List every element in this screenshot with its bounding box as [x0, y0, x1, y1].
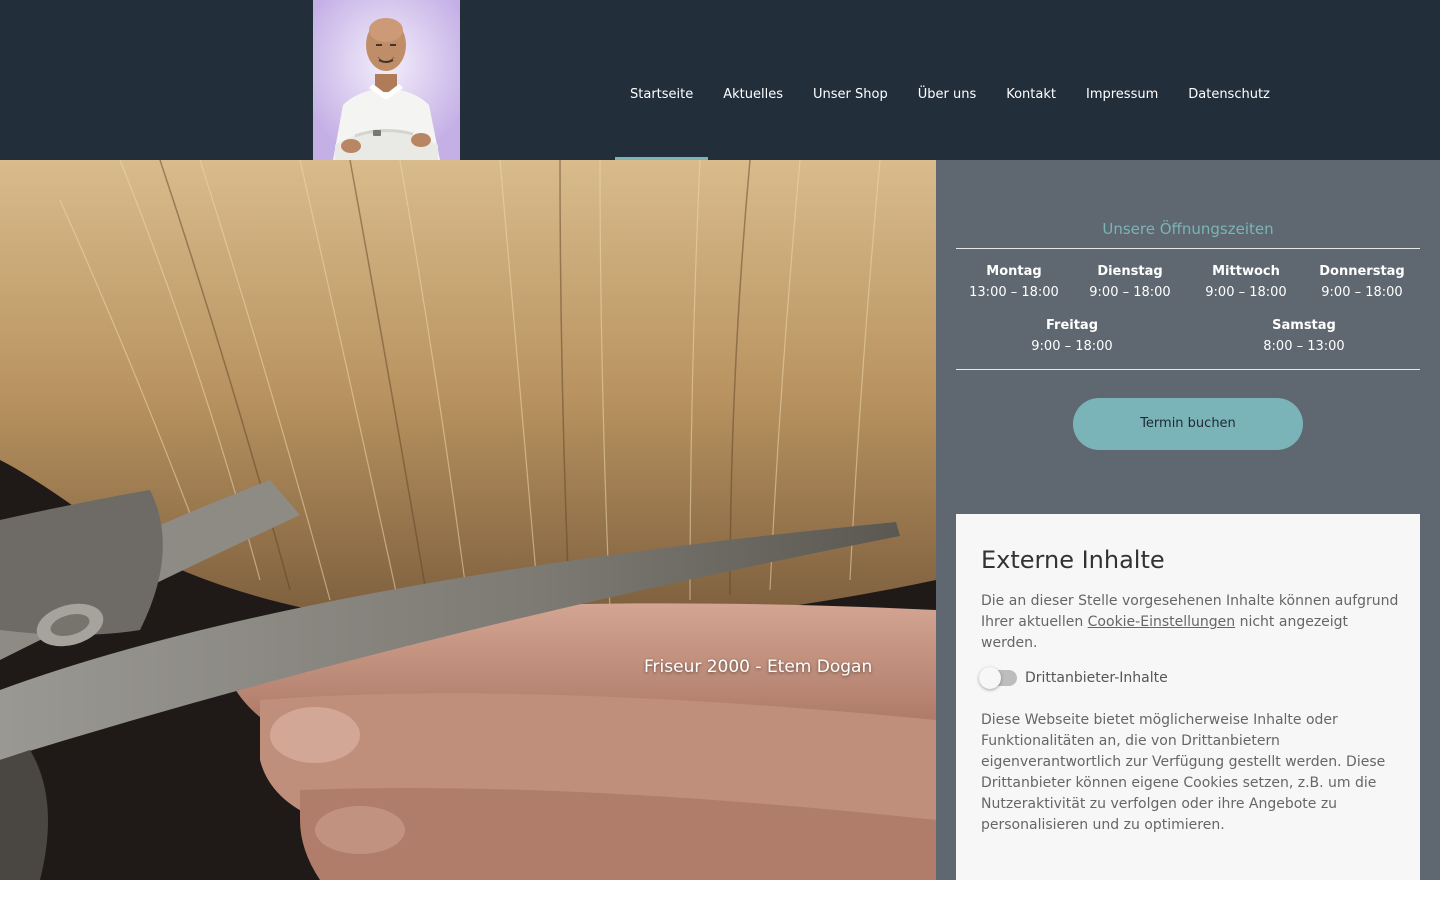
- nav-label: Aktuelles: [723, 87, 784, 102]
- nav-item-kontakt[interactable]: Kontakt: [991, 70, 1071, 160]
- day-time: 8:00 – 13:00: [1263, 339, 1345, 354]
- day-name: Montag: [986, 264, 1042, 279]
- day-time: 9:00 – 18:00: [1031, 339, 1113, 354]
- third-party-description: Diese Webseite bietet möglicherweise Inh…: [981, 712, 1386, 833]
- nav-label: Unser Shop: [813, 87, 888, 102]
- nav-label: Über uns: [917, 87, 977, 102]
- hero-image: Friseur 2000 - Etem Dogan: [0, 160, 936, 880]
- external-content-notice: Die an dieser Stelle vorgesehenen Inhalt…: [981, 591, 1401, 654]
- opening-day: Samstag 8:00 – 13:00: [1188, 318, 1420, 354]
- opening-day: Dienstag 9:00 – 18:00: [1072, 264, 1188, 300]
- nav-label: Impressum: [1085, 87, 1159, 102]
- page-bottom: [0, 880, 1440, 900]
- divider: [956, 248, 1420, 249]
- opening-day: Montag 13:00 – 18:00: [956, 264, 1072, 300]
- opening-day: Donnerstag 9:00 – 18:00: [1304, 264, 1420, 300]
- day-time: 9:00 – 18:00: [1089, 285, 1171, 300]
- opening-day: Mittwoch 9:00 – 18:00: [1188, 264, 1304, 300]
- opening-hours-title: Unsere Öffnungszeiten: [1102, 220, 1274, 238]
- day-name: Freitag: [1045, 318, 1099, 333]
- nav-label: Datenschutz: [1188, 87, 1270, 102]
- nav-label: Kontakt: [1006, 87, 1056, 102]
- nav-item-unser-shop[interactable]: Unser Shop: [798, 70, 903, 160]
- day-name: Mittwoch: [1212, 264, 1280, 279]
- divider: [956, 369, 1420, 370]
- cookie-settings-link[interactable]: Cookie-Einstellungen: [1088, 614, 1235, 630]
- book-appointment-button[interactable]: Termin buchen: [1073, 398, 1303, 450]
- site-header: Startseite Aktuelles Unser Shop Über uns…: [0, 0, 1440, 160]
- nav-item-impressum[interactable]: Impressum: [1071, 70, 1173, 160]
- day-name: Samstag: [1272, 318, 1336, 333]
- nav-item-startseite[interactable]: Startseite: [615, 70, 709, 160]
- hair-scissors-illustration: [0, 160, 936, 880]
- nav-item-datenschutz[interactable]: Datenschutz: [1173, 70, 1285, 160]
- day-time: 9:00 – 18:00: [1205, 285, 1287, 300]
- external-content-box: Externe Inhalte Die an dieser Stelle vor…: [956, 514, 1420, 880]
- day-time: 13:00 – 18:00: [969, 285, 1059, 300]
- hero-caption: Friseur 2000 - Etem Dogan: [644, 657, 873, 677]
- third-party-content-toggle[interactable]: [979, 667, 1017, 689]
- opening-day: Freitag 9:00 – 18:00: [956, 318, 1188, 354]
- nav-label: Startseite: [630, 87, 694, 102]
- toggle-knob: [979, 667, 1001, 689]
- main-navigation: Startseite Aktuelles Unser Shop Über uns…: [615, 70, 1285, 160]
- external-content-title: Externe Inhalte: [981, 546, 1165, 574]
- nav-item-ueber-uns[interactable]: Über uns: [903, 70, 992, 160]
- nav-item-aktuelles[interactable]: Aktuelles: [708, 70, 798, 160]
- logo-portrait-image[interactable]: [313, 0, 460, 160]
- sidebar: Unsere Öffnungszeiten Montag 13:00 – 18:…: [936, 160, 1440, 880]
- third-party-toggle-label: Drittanbieter-Inhalte: [1025, 670, 1168, 686]
- day-name: Dienstag: [1097, 264, 1163, 279]
- day-time: 9:00 – 18:00: [1321, 285, 1403, 300]
- day-name: Donnerstag: [1319, 264, 1405, 279]
